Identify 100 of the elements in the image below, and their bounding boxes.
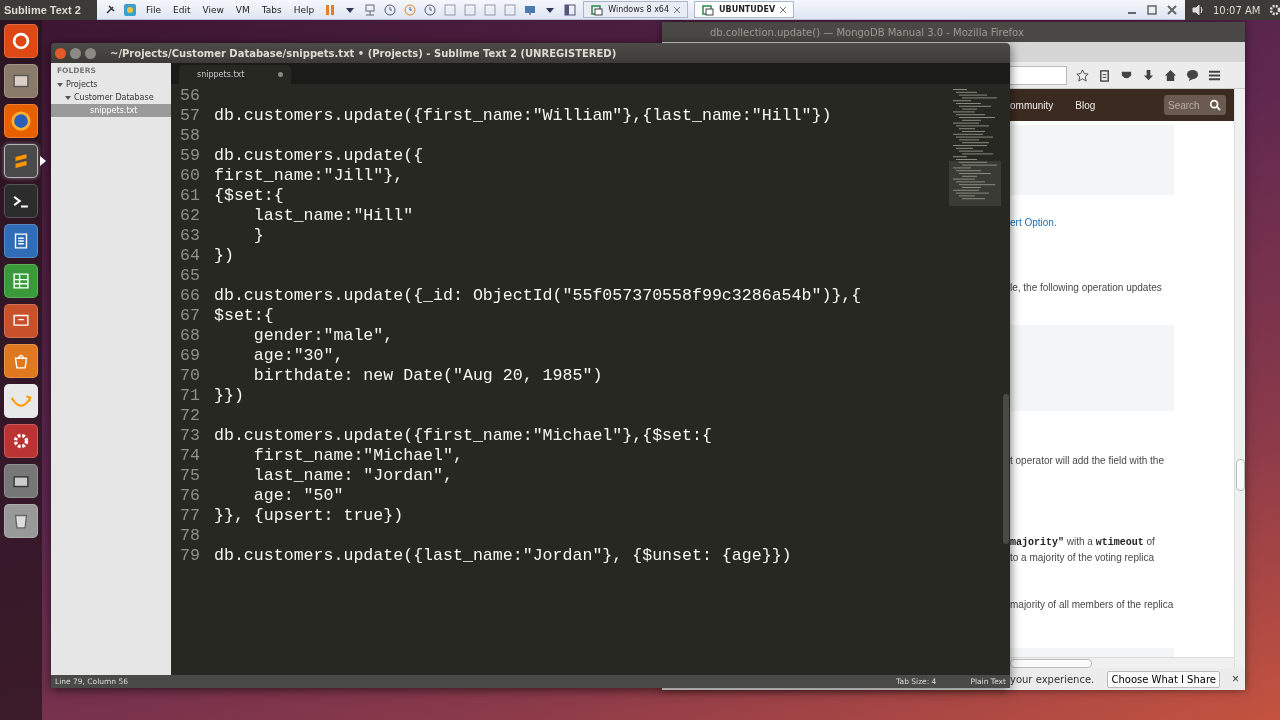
speaker-icon[interactable] bbox=[1191, 3, 1205, 17]
home-icon[interactable] bbox=[1164, 68, 1177, 82]
code-line: }}, {upsert: true}) bbox=[214, 505, 404, 525]
doc-text: le, the following operation updates bbox=[1010, 282, 1163, 293]
code-line: age: "50" bbox=[252, 485, 344, 505]
line-number: 73 bbox=[179, 425, 200, 445]
code-line: } bbox=[252, 225, 264, 245]
menu-item[interactable]: View bbox=[199, 4, 227, 15]
menu-item[interactable]: Edit bbox=[170, 4, 194, 15]
code-line: birthdate: new Date("Aug 20, 1985") bbox=[252, 365, 603, 385]
scroll-thumb[interactable] bbox=[1003, 394, 1009, 544]
vm-tab[interactable]: UBUNTUDEV bbox=[694, 1, 795, 18]
clock-icon[interactable] bbox=[383, 2, 398, 17]
search-field[interactable]: Search bbox=[1164, 95, 1226, 115]
line-number: 63 bbox=[179, 225, 200, 245]
launcher-button[interactable] bbox=[4, 464, 38, 498]
search-icon[interactable] bbox=[1209, 99, 1221, 111]
minimize-button[interactable] bbox=[70, 47, 81, 59]
code-line: db.customers.update({ bbox=[214, 145, 424, 165]
line-number: 78 bbox=[179, 525, 200, 545]
line-number: 79 bbox=[179, 545, 200, 565]
line-number: 69 bbox=[179, 345, 200, 365]
window-title: ~/Projects/Customer Database/snippets.txt • (Projects) - Sublime Text 2 (UNREGISTERED) bbox=[110, 47, 617, 59]
line-number: 56 bbox=[179, 85, 200, 105]
launcher-button[interactable] bbox=[4, 64, 38, 98]
line-number: 66 bbox=[179, 285, 200, 305]
code-line: last_name: "Jordan", bbox=[252, 465, 453, 485]
close-icon[interactable] bbox=[1165, 2, 1179, 17]
star-icon[interactable] bbox=[1076, 68, 1089, 82]
line-number: 64 bbox=[179, 245, 200, 265]
menu-item[interactable]: VM bbox=[232, 4, 253, 15]
code-line: db.customers.update({first_name:"Michael"},{$set:{ bbox=[214, 425, 712, 445]
menu-icon[interactable] bbox=[1208, 68, 1221, 82]
code-line: db.customers.update({first_name:"William"},{last_name:"Hill"}) bbox=[214, 105, 832, 125]
nav-link[interactable]: ommunity bbox=[1010, 99, 1054, 111]
menu-item[interactable]: Tabs bbox=[258, 4, 285, 15]
line-number: 68 bbox=[179, 325, 200, 345]
launcher-button[interactable] bbox=[4, 264, 38, 298]
doc-text: majority" with a wtimeout of bbox=[1010, 536, 1156, 548]
line-number: 71 bbox=[179, 385, 200, 405]
line-number: 75 bbox=[179, 465, 200, 485]
menu-item[interactable]: File bbox=[143, 4, 165, 15]
library-icon[interactable] bbox=[563, 2, 578, 17]
clock-icon[interactable] bbox=[423, 2, 438, 17]
launcher-button[interactable] bbox=[4, 184, 38, 218]
vertical-scrollbar[interactable] bbox=[1234, 89, 1245, 668]
chat-icon[interactable] bbox=[1186, 68, 1199, 82]
tab-label: Windows 8 x64 bbox=[608, 5, 670, 14]
code-line: {$set:{ bbox=[214, 185, 284, 205]
network-icon[interactable] bbox=[363, 2, 378, 17]
menu-item[interactable]: Help bbox=[290, 4, 318, 15]
clipboard-icon[interactable] bbox=[1098, 68, 1111, 82]
download-icon[interactable] bbox=[1142, 68, 1155, 82]
app-name: Sublime Text 2 bbox=[0, 0, 97, 20]
code-line: }}) bbox=[214, 385, 244, 405]
globe-icon bbox=[10, 110, 32, 132]
code-line: $set:{ bbox=[214, 305, 274, 325]
choose-button[interactable]: Choose What I Share bbox=[1107, 670, 1220, 688]
horizontal-scrollbar[interactable] bbox=[1010, 657, 1234, 668]
code-line: age:"30", bbox=[252, 345, 344, 365]
line-number: 59 bbox=[179, 145, 200, 165]
maximize-button[interactable] bbox=[85, 47, 96, 59]
spreadsheet-icon bbox=[10, 270, 32, 292]
url-field[interactable] bbox=[1010, 65, 1067, 85]
close-button[interactable]: × bbox=[1232, 672, 1239, 686]
line-number: 74 bbox=[179, 445, 200, 465]
line-number: 65 bbox=[179, 265, 200, 285]
launcher-button[interactable] bbox=[4, 24, 38, 58]
doc-text: t operator will add the field with the bbox=[1010, 455, 1165, 466]
line-number: 76 bbox=[179, 485, 200, 505]
code-line: db.customers.update({last_name:"Jordan"}, {$unset: {age}}) bbox=[214, 545, 792, 565]
close-icon[interactable] bbox=[779, 5, 788, 14]
doc-text: majority of all members of the replica bbox=[1010, 599, 1175, 610]
pointer-icon bbox=[40, 156, 46, 166]
tree-item[interactable]: Customer Database bbox=[51, 91, 171, 104]
launcher-button[interactable] bbox=[4, 424, 38, 458]
close-button[interactable] bbox=[55, 47, 66, 59]
window-title: db.collection.update() — MongoDB Manual 3.0 - Mozilla Firefox bbox=[710, 26, 1024, 38]
file-tab[interactable]: snippets.txt bbox=[179, 65, 291, 84]
nav-link[interactable]: Blog bbox=[1075, 99, 1096, 111]
doc-text: to a majority of the voting replica bbox=[1010, 552, 1155, 563]
launcher-button[interactable] bbox=[4, 344, 38, 378]
notification-text: your experience. bbox=[1010, 673, 1095, 685]
restore-icon[interactable] bbox=[1145, 2, 1159, 17]
modified-dot-icon bbox=[278, 72, 283, 77]
launcher-button[interactable] bbox=[4, 224, 38, 258]
code-line: first_name:"Michael", bbox=[252, 445, 463, 465]
vm-tab[interactable]: Windows 8 x64 bbox=[583, 1, 689, 18]
gear-icon[interactable] bbox=[1268, 3, 1280, 17]
close-icon[interactable] bbox=[673, 5, 682, 14]
line-number: 70 bbox=[179, 365, 200, 385]
code-line: gender:"male", bbox=[252, 325, 394, 345]
launcher-button[interactable] bbox=[4, 304, 38, 338]
code-line: first_name:"Jill"}, bbox=[214, 165, 404, 185]
line-number: 67 bbox=[179, 305, 200, 325]
tree-item[interactable]: Projects bbox=[51, 78, 171, 91]
doc-link[interactable]: ert Option. bbox=[1010, 217, 1234, 228]
code-line: last_name:"Hill" bbox=[252, 205, 414, 225]
tab-label: UBUNTUDEV bbox=[719, 5, 776, 14]
line-number: 61 bbox=[179, 185, 200, 205]
